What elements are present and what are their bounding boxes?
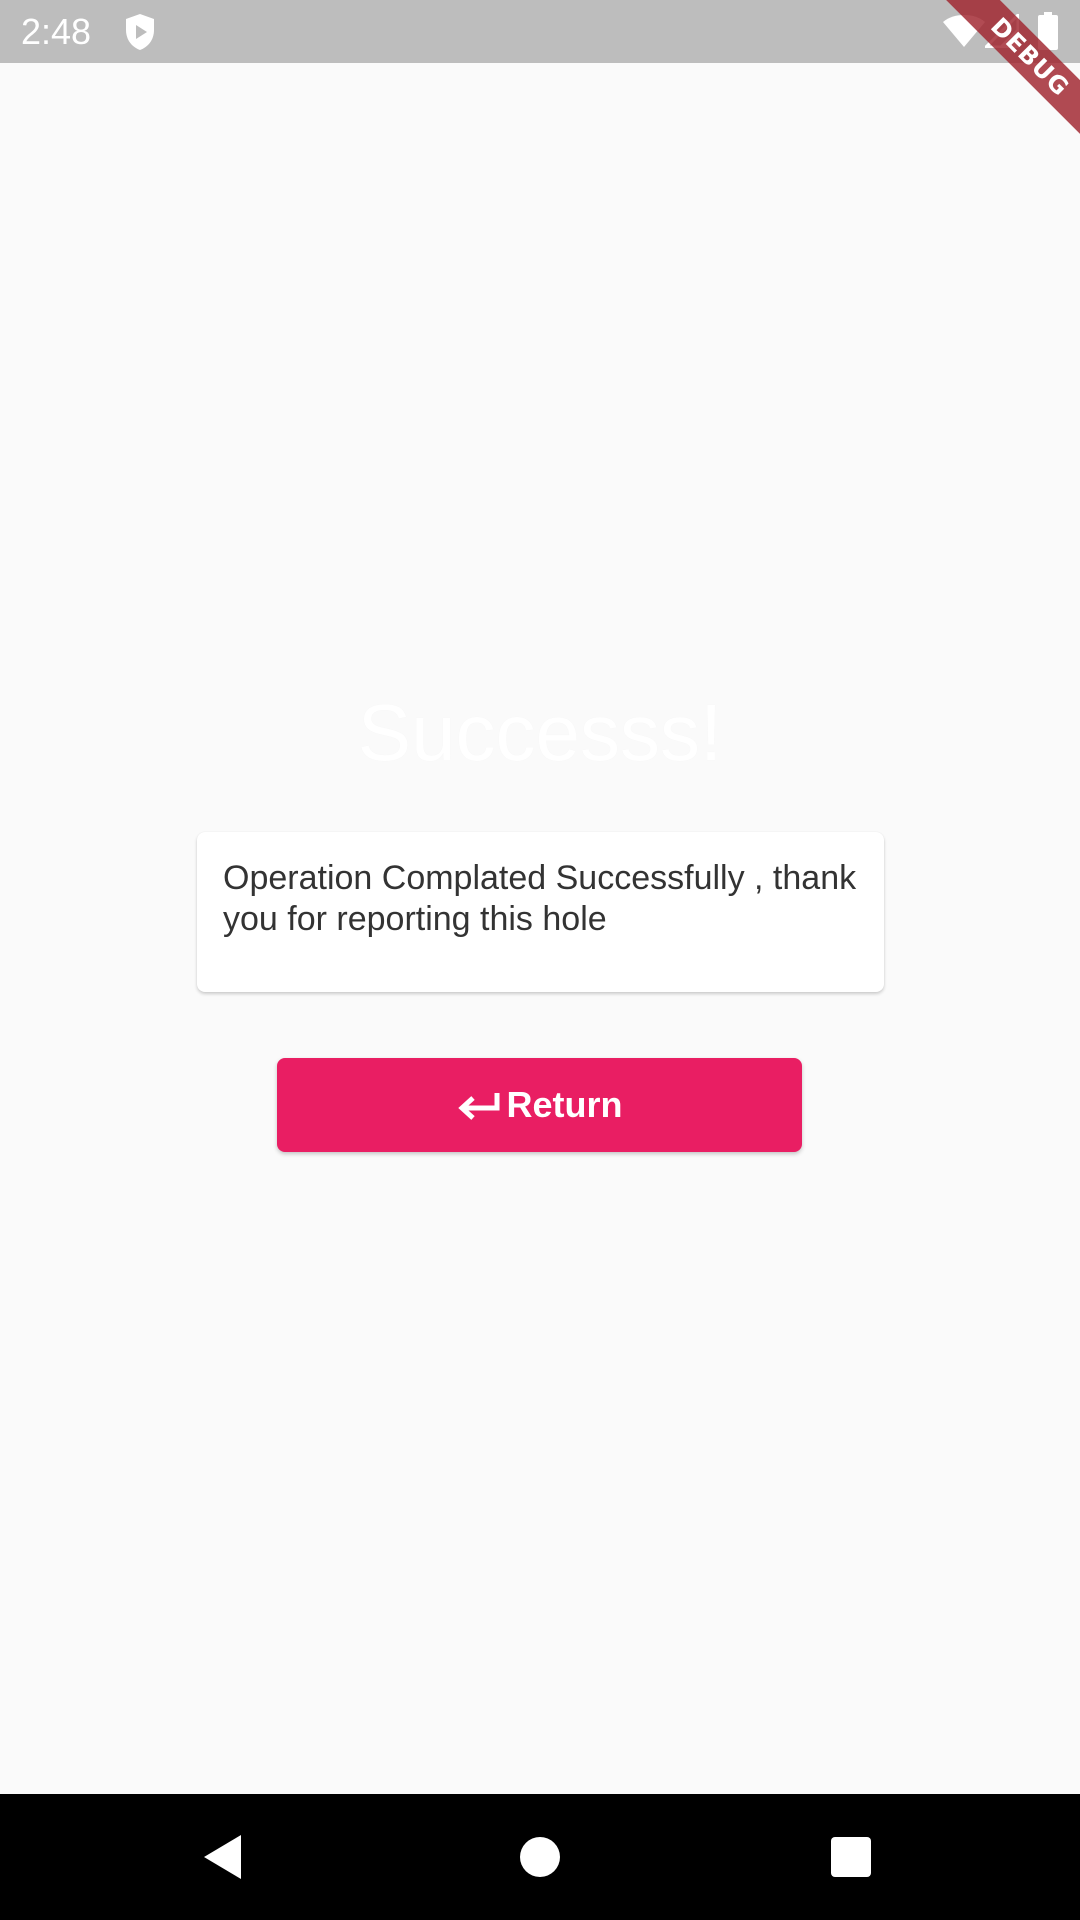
message-card: Operation Complated Successfully , thank… <box>197 832 884 992</box>
return-button[interactable]: Return <box>277 1058 802 1152</box>
keyboard-return-icon <box>457 1093 499 1120</box>
home-icon[interactable] <box>520 1837 560 1877</box>
navigation-bar <box>0 1794 1080 1920</box>
success-message: Operation Complated Successfully , thank… <box>223 859 857 938</box>
page-title: Successs! <box>357 688 723 777</box>
status-time: 2:48 <box>21 11 92 52</box>
status-bar: 2:48 <box>0 0 1080 63</box>
back-icon[interactable] <box>203 1834 243 1880</box>
recents-icon[interactable] <box>831 1837 871 1877</box>
return-button-label: Return <box>506 1084 623 1125</box>
shield-play-icon <box>126 14 154 50</box>
